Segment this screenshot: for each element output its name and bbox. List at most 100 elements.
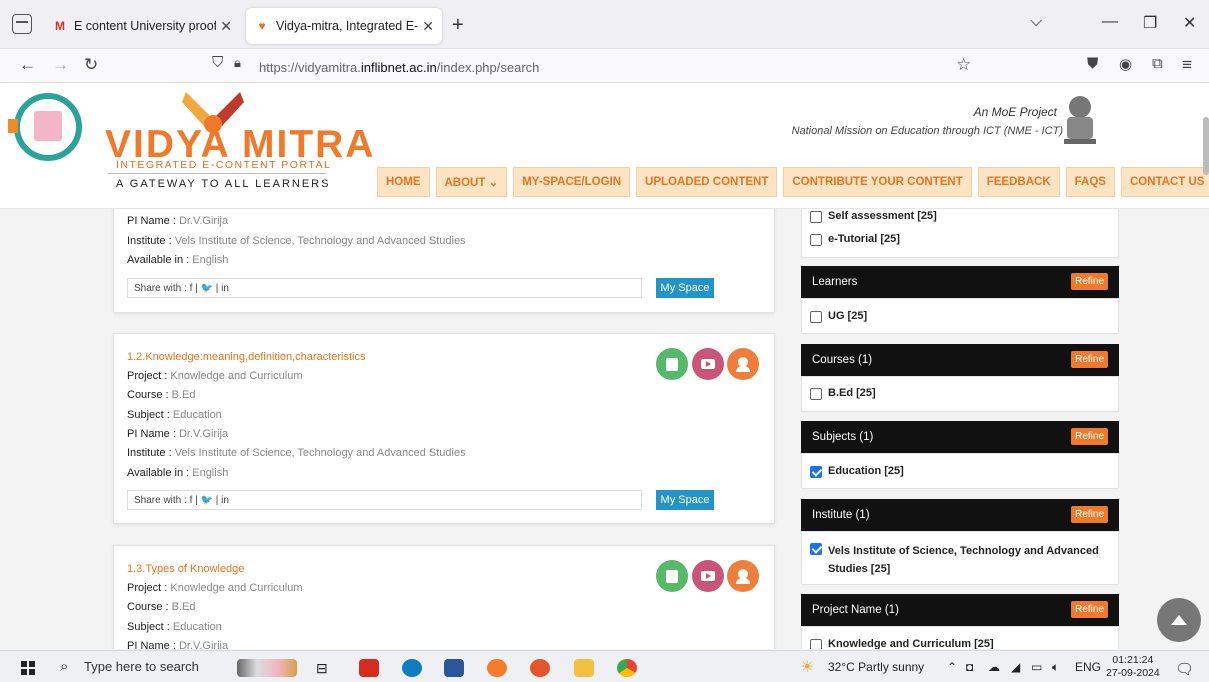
document-icon[interactable] [656, 560, 688, 592]
share-bar[interactable]: Share with : f | 🐦 | in [127, 278, 642, 298]
tray-app-icon[interactable]: ◘ [966, 660, 973, 674]
filter-e-tutorial[interactable]: e-Tutorial [25] [810, 233, 900, 246]
vidyamitra-favicon-icon: ♥ [258, 19, 266, 33]
menu-contribute-content[interactable]: CONTRIBUTE YOUR CONTENT [783, 167, 972, 197]
file-explorer-icon[interactable] [574, 659, 594, 677]
checkbox[interactable] [810, 234, 822, 246]
my-space-button[interactable]: My Space [656, 278, 714, 298]
tab-vidyamitra[interactable]: ♥ Vidya-mitra, Integrated E-Conte ✕ [246, 8, 442, 44]
edge-icon[interactable] [402, 659, 422, 677]
checkbox-checked[interactable] [810, 466, 822, 478]
pi-name-row: PI Name : Dr.V.Girija [127, 640, 229, 649]
new-tab-button[interactable]: + [452, 14, 464, 37]
menu-feedback[interactable]: FEEDBACK [977, 167, 1060, 197]
chrome-icon[interactable] [617, 659, 637, 677]
back-arrow-icon[interactable]: ← [19, 55, 36, 75]
filter-vels-institute[interactable]: Vels Institute of Science, Technology an… [810, 542, 1100, 578]
account-icon[interactable]: ◉ [1119, 55, 1132, 73]
checkbox[interactable] [810, 211, 822, 223]
minimize-button[interactable]: — [1102, 13, 1118, 31]
notifications-icon[interactable]: 🗨︎ [1175, 660, 1194, 678]
firefox-private-icon[interactable] [530, 659, 550, 677]
battery-icon[interactable]: ▭ [1031, 660, 1042, 674]
checkbox-checked[interactable] [810, 543, 822, 555]
document-icon[interactable] [656, 348, 688, 380]
menu-hamburger-icon[interactable]: ≡ [1182, 55, 1192, 75]
pi-name-row: PI Name : Dr.V.Girija [127, 215, 229, 227]
result-card: 1.3.Types of Knowledge Project : Knowled… [113, 545, 775, 649]
menu-uploaded-content[interactable]: UPLOADED CONTENT [636, 167, 778, 197]
filter-head-courses: Courses (1) Refine [801, 344, 1119, 376]
weather-text[interactable]: 32°C Partly sunny [828, 660, 924, 674]
moe-project-label: An MoE Project [973, 105, 1057, 119]
checkbox[interactable] [810, 311, 822, 323]
tab-gmail[interactable]: M E content University proof - giri ✕ [44, 8, 240, 44]
taskbar-search-input[interactable]: Type here to search [84, 659, 199, 674]
search-icon[interactable]: ⌕ [60, 658, 68, 675]
refine-button[interactable]: Refine [1071, 601, 1108, 618]
restore-button[interactable]: ❐ [1143, 13, 1157, 33]
firefox-icon[interactable] [487, 659, 507, 677]
user-icon[interactable] [727, 348, 759, 380]
scroll-to-top-button[interactable] [1157, 598, 1201, 642]
tray-chevron-icon[interactable]: ⌃ [947, 660, 957, 674]
wifi-icon[interactable]: ◢ [1011, 660, 1020, 674]
extensions-icon[interactable]: ⧉ [1152, 55, 1163, 72]
filter-education[interactable]: Education [25] [810, 465, 904, 478]
share-bar[interactable]: Share with : f | 🐦 | in [127, 490, 642, 510]
news-widget-icon[interactable] [237, 659, 297, 677]
refine-button[interactable]: Refine [1071, 273, 1108, 290]
menu-contact-us[interactable]: CONTACT US [1120, 167, 1209, 197]
filter-knowledge-curriculum[interactable]: Knowledge and Curriculum [25] [810, 638, 994, 649]
lock-icon[interactable]: 🔒︎ [234, 55, 241, 71]
project-row: Project : Knowledge and Curriculum [127, 582, 303, 594]
windows-taskbar: ⌕ Type here to search ⊟ ☀ 32°C Partly su… [0, 650, 1209, 682]
my-space-button[interactable]: My Space [656, 490, 714, 510]
institute-row: Institute : Vels Institute of Science, T… [127, 447, 466, 459]
acrobat-icon[interactable] [359, 659, 379, 677]
menu-home[interactable]: HOME [377, 167, 430, 197]
menu-about[interactable]: ABOUT ⌄ [435, 167, 508, 197]
refine-button[interactable]: Refine [1071, 428, 1108, 445]
refine-button[interactable]: Refine [1071, 351, 1108, 368]
windows-start-icon[interactable] [21, 661, 35, 675]
page-scrollbar[interactable] [1203, 117, 1209, 175]
shield-icon[interactable]: ⛉ [212, 54, 223, 71]
onedrive-icon[interactable]: ☁ [988, 660, 1000, 674]
filter-head-learners: Learners Refine [801, 266, 1119, 298]
forward-arrow-icon[interactable]: → [52, 55, 69, 75]
word-icon[interactable] [444, 659, 464, 677]
tab-overview-icon[interactable] [12, 14, 32, 34]
filter-ug[interactable]: UG [25] [810, 310, 867, 323]
address-bar[interactable]: ⛉ 🔒︎ https://vidyamitra.inflibnet.ac.in/… [200, 53, 986, 81]
brand-subtitle: INTEGRATED E-CONTENT PORTAL [116, 159, 332, 171]
result-title-link[interactable]: 1.3.Types of Knowledge [127, 563, 244, 575]
menu-faqs[interactable]: FAQS [1065, 167, 1115, 197]
clock[interactable]: 01:21:24 27-09-2024 [1106, 654, 1160, 680]
filter-self-assessment[interactable]: Self assessment [25] [810, 210, 937, 223]
list-tabs-icon[interactable]: ⌵ [1030, 13, 1042, 31]
filter-bed[interactable]: B.Ed [25] [810, 387, 876, 400]
close-window-button[interactable]: ✕ [1183, 13, 1196, 33]
video-icon[interactable] [692, 348, 724, 380]
refine-button[interactable]: Refine [1071, 506, 1108, 523]
close-tab-icon[interactable]: ✕ [220, 18, 232, 35]
close-tab-icon[interactable]: ✕ [422, 18, 434, 35]
reload-icon[interactable]: ↻ [84, 55, 98, 75]
task-view-icon[interactable]: ⊟ [316, 660, 328, 677]
bookmark-star-icon[interactable]: ☆ [956, 55, 971, 75]
user-icon[interactable] [727, 560, 759, 592]
browser-tab-bar: M E content University proof - giri ✕ ♥ … [0, 0, 1209, 49]
course-row: Course : B.Ed [127, 389, 196, 401]
language-indicator[interactable]: ENG [1075, 660, 1101, 674]
checkbox[interactable] [810, 639, 822, 649]
browser-nav-bar: ← → ↻ ⛉ 🔒︎ https://vidyamitra.inflibnet.… [0, 49, 1209, 83]
checkbox[interactable] [810, 388, 822, 400]
course-row: Course : B.Ed [127, 601, 196, 613]
pocket-icon[interactable]: ⛊ [1087, 55, 1098, 72]
volume-icon[interactable]: 🔈︎ [1052, 660, 1059, 675]
video-icon[interactable] [692, 560, 724, 592]
result-title-link[interactable]: 1.2.Knowledge:meaning,definition,charact… [127, 351, 365, 363]
weather-icon[interactable]: ☀ [800, 657, 814, 677]
menu-my-space-login[interactable]: MY-SPACE/LOGIN [513, 167, 631, 197]
